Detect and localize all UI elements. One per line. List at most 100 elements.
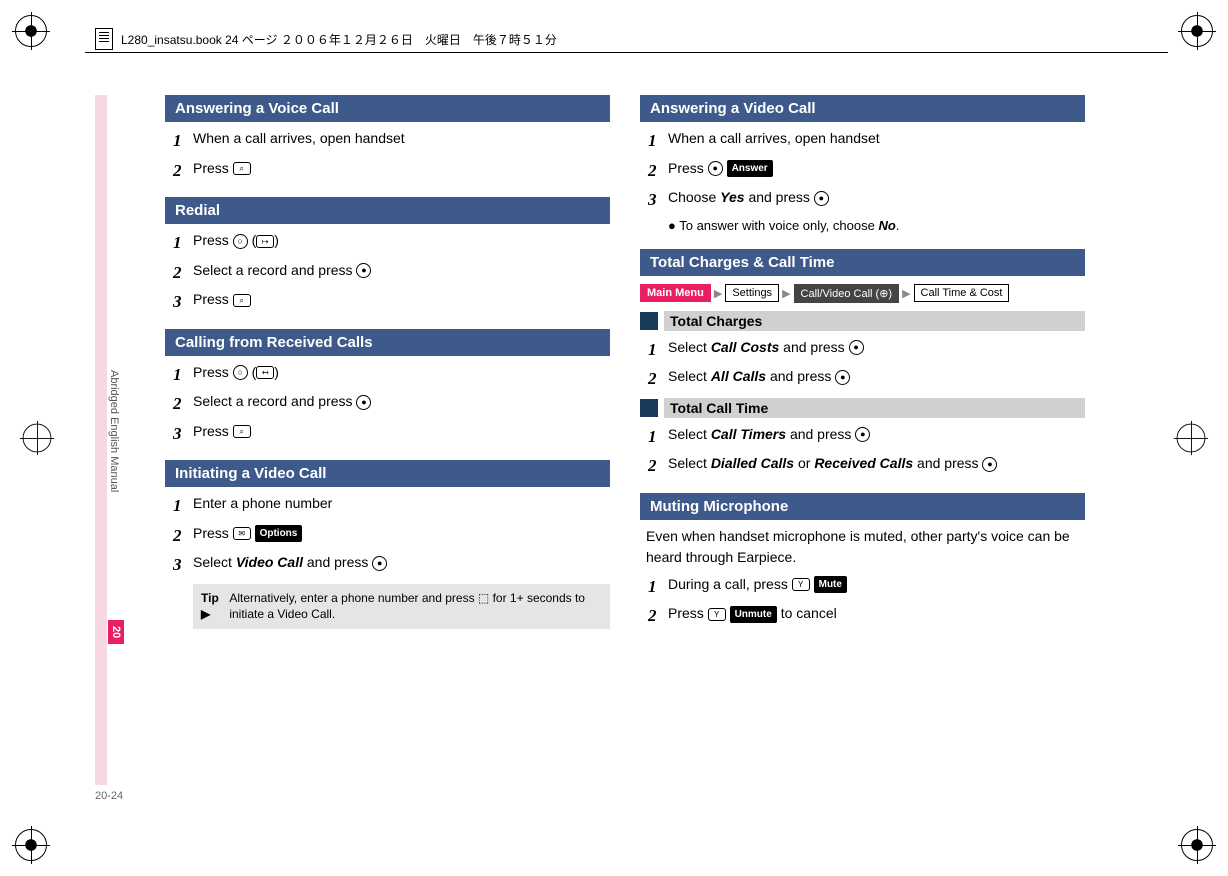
left-column: Answering a Voice Call 1When a call arri… xyxy=(165,95,610,635)
step-number: 1 xyxy=(648,424,668,450)
step-text: Press ⌕ xyxy=(193,158,610,184)
center-key-icon: ● xyxy=(855,427,870,442)
step-text: Press ⌕ xyxy=(193,421,610,447)
step-text: When a call arrives, open handset xyxy=(668,128,1085,154)
sub-section-total-call-time: Total Call Time xyxy=(640,398,1085,418)
step-text: Press ✉ Options xyxy=(193,523,610,549)
chevron-right-icon: ▶ xyxy=(782,287,790,300)
step-number: 2 xyxy=(648,453,668,479)
side-page-tab: 20 xyxy=(108,620,124,644)
tip-text: Alternatively, enter a phone number and … xyxy=(229,590,602,624)
print-header: L280_insatsu.book 24 ページ ２００６年１２月２６日 火曜日… xyxy=(95,28,557,50)
step-text: Enter a phone number xyxy=(193,493,610,519)
section-answering-video: Answering a Video Call xyxy=(640,95,1085,122)
step-number: 3 xyxy=(173,421,193,447)
step-number: 2 xyxy=(648,366,668,392)
section-initiating-video: Initiating a Video Call xyxy=(165,460,610,487)
step-text: Select Call Costs and press ● xyxy=(668,337,1085,363)
tip-box: Tip ▶ Alternatively, enter a phone numbe… xyxy=(193,584,610,630)
right-arrow-icon: ↦ xyxy=(256,235,274,248)
intro-text: Even when handset microphone is muted, o… xyxy=(646,526,1085,568)
yahoo-key-icon: Y xyxy=(792,578,810,591)
document-icon xyxy=(95,28,113,50)
step-text: Press ○ (↤) xyxy=(193,362,610,388)
step-number: 3 xyxy=(648,187,668,213)
registration-mark-tl xyxy=(12,12,50,50)
pink-margin-strip xyxy=(95,95,107,785)
soft-key-answer: Answer xyxy=(727,160,773,177)
section-muting: Muting Microphone xyxy=(640,493,1085,520)
nav-key-icon: ○ xyxy=(233,365,248,380)
step-text: Press Y Unmute to cancel xyxy=(668,603,1085,629)
soft-key-mute: Mute xyxy=(814,576,847,593)
step-number: 3 xyxy=(173,552,193,578)
step-text: Select Video Call and press ● xyxy=(193,552,610,578)
step-number: 1 xyxy=(648,128,668,154)
center-key-icon: ● xyxy=(356,263,371,278)
sub-section-total-charges: Total Charges xyxy=(640,311,1085,331)
menu-path: Main Menu▶ Settings▶ Call/Video Call (⊕)… xyxy=(640,284,1085,303)
step-text: Press ⌕ xyxy=(193,289,610,315)
chevron-right-icon: ▶ xyxy=(902,287,910,300)
section-received-calls: Calling from Received Calls xyxy=(165,329,610,356)
tip-label: Tip ▶ xyxy=(201,590,225,624)
nav-call-video: Call/Video Call (⊕) xyxy=(794,284,900,303)
registration-mark-ml xyxy=(20,421,54,455)
step-text: Select Dialled Calls or Received Calls a… xyxy=(668,453,1085,479)
chevron-right-icon: ▶ xyxy=(714,287,722,300)
call-key-icon: ⌕ xyxy=(233,162,251,175)
nav-main-menu: Main Menu xyxy=(640,284,711,302)
soft-key-unmute: Unmute xyxy=(730,606,777,623)
header-rule xyxy=(85,52,1168,53)
registration-mark-tr xyxy=(1178,12,1216,50)
step-number: 2 xyxy=(173,260,193,286)
filename-text: L280_insatsu.book 24 ページ ２００６年１２月２６日 火曜日… xyxy=(121,31,557,48)
mail-key-icon: ✉ xyxy=(233,527,251,540)
section-charges-time: Total Charges & Call Time xyxy=(640,249,1085,276)
step-text: Select Call Timers and press ● xyxy=(668,424,1085,450)
yahoo-key-icon: Y xyxy=(708,608,726,621)
section-redial: Redial xyxy=(165,197,610,224)
call-key-icon: ⌕ xyxy=(233,294,251,307)
step-text: Select a record and press ● xyxy=(193,391,610,417)
step-number: 2 xyxy=(648,603,668,629)
step-text: Choose Yes and press ● xyxy=(668,187,1085,213)
left-arrow-icon: ↤ xyxy=(256,366,274,379)
step-number: 2 xyxy=(173,158,193,184)
step-text: Press ○ (↦) xyxy=(193,230,610,256)
center-key-icon: ● xyxy=(708,161,723,176)
step-text: When a call arrives, open handset xyxy=(193,128,610,154)
bullet-note: ● To answer with voice only, choose No. xyxy=(668,217,1085,235)
center-key-icon: ● xyxy=(814,191,829,206)
section-answering-voice: Answering a Voice Call xyxy=(165,95,610,122)
step-text: Select a record and press ● xyxy=(193,260,610,286)
registration-mark-mr xyxy=(1174,421,1208,455)
page-number: 20-24 xyxy=(95,790,123,802)
side-manual-label: Abridged English Manual xyxy=(108,370,120,492)
nav-key-icon: ○ xyxy=(233,234,248,249)
step-number: 2 xyxy=(173,523,193,549)
center-key-icon: ● xyxy=(835,370,850,385)
call-key-icon: ⌕ xyxy=(233,425,251,438)
center-key-icon: ● xyxy=(372,556,387,571)
step-number: 1 xyxy=(173,230,193,256)
right-column: Answering a Video Call 1When a call arri… xyxy=(640,95,1085,635)
step-number: 1 xyxy=(173,362,193,388)
step-text: During a call, press Y Mute xyxy=(668,574,1085,600)
registration-mark-br xyxy=(1178,826,1216,864)
center-key-icon: ● xyxy=(356,395,371,410)
center-key-icon: ● xyxy=(982,457,997,472)
step-number: 1 xyxy=(648,574,668,600)
step-number: 1 xyxy=(173,128,193,154)
step-number: 2 xyxy=(648,158,668,184)
nav-call-time-cost: Call Time & Cost xyxy=(914,284,1010,302)
step-number: 1 xyxy=(173,493,193,519)
nav-settings: Settings xyxy=(725,284,779,302)
registration-mark-bl xyxy=(12,826,50,864)
soft-key-options: Options xyxy=(255,525,303,542)
step-text: Select All Calls and press ● xyxy=(668,366,1085,392)
step-number: 2 xyxy=(173,391,193,417)
page-content: Answering a Voice Call 1When a call arri… xyxy=(165,95,1150,635)
step-number: 3 xyxy=(173,289,193,315)
center-key-icon: ● xyxy=(849,340,864,355)
